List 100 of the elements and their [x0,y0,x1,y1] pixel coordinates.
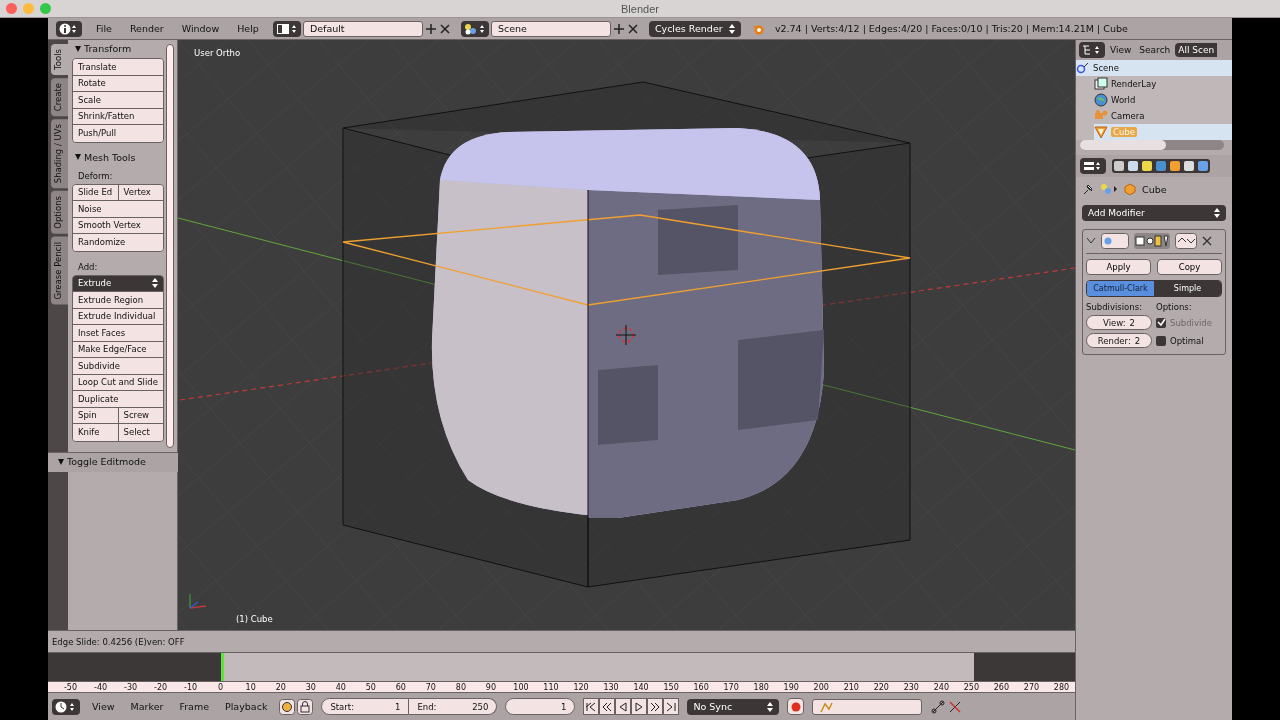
constraints-tab-icon[interactable] [1183,160,1195,172]
modifier-button[interactable]: Copy [1157,259,1222,275]
tool-button[interactable]: Duplicate [73,391,163,408]
tool-button[interactable]: Subdivide [73,358,163,375]
tool-button[interactable]: Push/Pull [73,125,163,142]
menu-item[interactable]: File [92,23,116,34]
pin-icon[interactable] [1082,183,1094,195]
close-icon[interactable] [1202,236,1212,246]
scene-field[interactable]: Scene [490,20,611,37]
current-frame-marker[interactable] [220,653,224,681]
render-engine-dropdown[interactable]: Cycles Render [648,20,741,37]
tool-button[interactable]: Vertex [117,184,163,201]
add-modifier-dropdown[interactable]: Add Modifier [1082,205,1226,221]
panel-title[interactable]: Transform [84,43,132,54]
modifiers-tab-icon[interactable] [1197,160,1209,172]
modifier-visibility-icons[interactable] [1134,233,1170,249]
tab[interactable]: Grease Pencil [51,237,68,305]
modifier-button[interactable]: Apply [1086,259,1151,275]
close-icon[interactable] [438,22,451,35]
info-icon [59,22,79,35]
collapse-triangle-icon[interactable] [75,45,81,52]
menu-item[interactable]: Frame [175,701,213,712]
jump-start-button[interactable] [583,698,600,715]
outliner-item[interactable]: World [1111,95,1136,105]
tool-button[interactable]: Inset Faces [73,325,163,342]
keying-set-field[interactable] [812,698,923,715]
close-icon[interactable] [626,22,639,35]
menu-item[interactable]: Render [125,23,168,34]
end-frame-field[interactable]: End: 250 [409,698,498,715]
checkbox[interactable] [1156,335,1166,346]
menu-item[interactable]: Window [177,23,224,34]
scrollbar[interactable] [166,44,174,448]
number-field[interactable]: View: 2 [1086,315,1152,330]
properties-icon [1083,160,1103,172]
tool-button[interactable]: Extrude Region [73,292,163,309]
scene-tab-icon[interactable] [1141,160,1153,172]
outliner-item[interactable]: RenderLay [1111,79,1157,89]
number-field[interactable]: Render: 2 [1086,333,1152,348]
outliner-editor-button[interactable] [1079,42,1105,58]
section-label: Options: [1156,302,1193,312]
collapse-triangle-icon[interactable] [58,458,64,465]
move-up-down-icon[interactable] [1175,233,1197,249]
toggle-button[interactable]: Catmull-Clark [1087,281,1154,296]
tool-button[interactable]: Translate [73,59,163,76]
collapse-triangle-icon[interactable] [75,154,81,160]
view-name: User Ortho [194,48,241,58]
next-keyframe-button[interactable] [647,698,664,715]
properties-editor-button[interactable] [1080,158,1106,174]
tool-dropdown[interactable]: Extrude [73,275,163,292]
layout-field[interactable]: Default [302,20,423,37]
modifier-name-field[interactable] [1101,233,1129,249]
tab[interactable]: Create [51,77,68,117]
frame-number: -30 [124,682,138,693]
layers-tab-icon[interactable] [1127,160,1139,172]
scene-button[interactable] [460,20,489,37]
updown-arrow-icon [152,278,158,289]
record-button[interactable] [787,698,805,715]
display-mode-dropdown[interactable]: All Scen [1175,43,1218,57]
frame-ruler[interactable]: -50 -40 -30 -20 -10 0 10 20 30 40 50 60 70 80 90 100 110 120 130 140 150 160 170 180 190 200 210 220 230 240 250 260 270 280 [48,681,1075,693]
object-tab-icon[interactable] [1169,160,1181,172]
tab[interactable]: Options [51,191,68,235]
frame-number: 20 [275,682,286,693]
tab[interactable]: Shading / UVs [51,119,68,189]
menu-item[interactable]: Playback [221,701,272,712]
tool-button[interactable]: Noise [73,201,163,218]
play-button[interactable] [631,698,648,715]
tool-button[interactable]: Select [117,424,163,441]
menu-item[interactable]: View [88,701,119,712]
menu-item[interactable]: Marker [126,701,168,712]
menu-item[interactable]: Search [1136,45,1174,55]
info-editor-button[interactable] [56,20,82,37]
jump-end-button[interactable] [663,698,680,715]
field-value: 250 [472,701,489,712]
play-reverse-button[interactable] [615,698,632,715]
previous-keyframe-button[interactable] [599,698,616,715]
start-frame-field[interactable]: Start: 1 [321,698,410,715]
timeline-editor-button[interactable] [52,698,80,715]
keyframe-lock-icons[interactable] [279,698,314,715]
keying-set-icon [819,700,834,713]
tool-button[interactable]: Knife [73,424,118,441]
current-frame-field[interactable]: 1 [505,698,576,715]
tool-button[interactable]: Slide Ed [73,184,118,201]
menu-item[interactable]: View [1107,45,1135,55]
world-tab-icon[interactable] [1155,160,1167,172]
add-icon[interactable] [612,22,625,35]
panel-title[interactable]: Mesh Tools [84,151,136,163]
tool-button[interactable]: Scale [73,92,163,109]
add-icon[interactable] [424,22,437,35]
timeline-track[interactable] [48,652,1075,681]
tool-button[interactable]: Randomize [73,234,163,251]
outliner-item[interactable]: Scene [1093,63,1119,73]
outliner-item[interactable]: Camera [1111,111,1145,121]
outliner-icon [1082,44,1102,56]
render-tab-icon[interactable] [1113,160,1125,172]
sync-dropdown[interactable]: No Sync [687,698,780,715]
screen-layout-button[interactable] [272,20,301,37]
scrollbar[interactable] [1080,140,1224,150]
tab[interactable]: Tools [51,44,68,75]
toggle-button[interactable]: Simple [1154,281,1221,296]
menu-item[interactable]: Help [233,23,263,34]
